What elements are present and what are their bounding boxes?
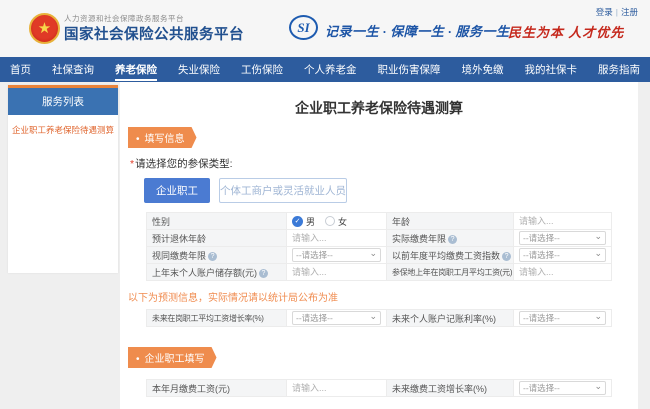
- age-label: 年龄: [392, 217, 410, 227]
- page-title: 企业职工养老保险待遇测算: [120, 98, 638, 118]
- future-wage-growth-select[interactable]: --请选择--: [292, 311, 381, 325]
- gender-label: 性别: [152, 217, 170, 227]
- gender-radio-female[interactable]: 女: [325, 215, 347, 228]
- body-area: 服务列表 企业职工养老保险待遇测算 企业职工养老保险待遇测算 填写信息 *请选择…: [0, 82, 650, 409]
- nav-item-service-guide[interactable]: 服务指南: [598, 57, 640, 82]
- insured-type-tabs: 企业职工 个体工商户或灵活就业人员: [144, 178, 638, 203]
- section-badge-fill-info: 填写信息: [128, 127, 197, 148]
- page: ★ 人力资源和社会保障政务服务平台 国家社会保险公共服务平台 SI 记录一生 ·…: [0, 0, 650, 409]
- help-icon[interactable]: [448, 235, 457, 244]
- help-icon[interactable]: [502, 252, 511, 261]
- nav-item-personal-pension[interactable]: 个人养老金: [304, 57, 357, 82]
- table-row: 本年月缴费工资(元) 未来缴费工资增长率(%) --请选择--: [147, 380, 612, 397]
- future-interest-rate-label: 未来个人账户记账利率(%): [392, 314, 496, 324]
- sidebar: 服务列表 企业职工养老保险待遇测算: [8, 85, 118, 273]
- site-title: 国家社会保险公共服务平台: [64, 23, 244, 44]
- radio-checked-icon: [292, 216, 303, 227]
- slogan-red: 民生为本 人才优先: [508, 22, 624, 41]
- current-month-wage-label: 本年月缴费工资(元): [152, 384, 230, 394]
- age-input[interactable]: [519, 216, 602, 226]
- enterprise-table: 本年月缴费工资(元) 未来缴费工资增长率(%) --请选择--: [146, 379, 612, 397]
- table-row: 未来在岗职工平均工资增长率(%) --请选择-- 未来个人账户记账利率(%) -…: [147, 310, 612, 327]
- auth-separator: |: [616, 7, 618, 17]
- wage-index-label: 以前年度平均缴费工资指数: [392, 251, 500, 261]
- current-month-wage-input[interactable]: [292, 383, 377, 393]
- basic-info-table: 性别 男 女 年龄: [146, 212, 612, 281]
- nav-item-work-injury-insurance[interactable]: 工伤保险: [241, 57, 283, 82]
- sidebar-title: 服务列表: [8, 88, 118, 115]
- actual-years-select[interactable]: --请选择--: [519, 231, 606, 245]
- gender-radio-group: 男 女: [292, 215, 381, 228]
- table-row: 性别 男 女 年龄: [147, 213, 612, 230]
- local-avg-wage-label: 参保地上年在岗职工月平均工资(元): [392, 268, 512, 277]
- register-link[interactable]: 注册: [621, 7, 638, 17]
- future-interest-rate-select[interactable]: --请选择--: [519, 311, 606, 325]
- account-balance-input[interactable]: [292, 267, 377, 277]
- tab-flexible-employment[interactable]: 个体工商户或灵活就业人员: [219, 178, 347, 203]
- table-row: 视同缴费年限 --请选择-- 以前年度平均缴费工资指数 --请选择--: [147, 247, 612, 264]
- slogan-blue: 记录一生 · 保障一生 · 服务一生: [325, 21, 510, 40]
- nav-item-occupational-injury[interactable]: 职业伤害保障: [378, 57, 441, 82]
- nav-item-pension-insurance[interactable]: 养老保险: [115, 57, 157, 82]
- actual-years-label: 实际缴费年限: [392, 234, 446, 244]
- forecast-note: 以下为预测信息，实际情况请以统计局公布为准: [128, 289, 638, 304]
- gender-radio-male[interactable]: 男: [292, 215, 315, 228]
- deemed-years-label: 视同缴费年限: [152, 251, 206, 261]
- national-emblem-icon: ★: [29, 13, 60, 44]
- radio-unchecked-icon: [325, 216, 335, 226]
- table-row: 上年末个人账户储存额(元) 参保地上年在岗职工月平均工资(元): [147, 264, 612, 281]
- si-logo-icon: SI: [289, 15, 318, 40]
- nav-item-unemployment-insurance[interactable]: 失业保险: [178, 57, 220, 82]
- help-icon[interactable]: [208, 252, 217, 261]
- table-row: 预计退休年龄 实际缴费年限 --请选择--: [147, 230, 612, 247]
- future-pay-growth-label: 未来缴费工资增长率(%): [392, 384, 487, 394]
- nav-item-social-insurance-query[interactable]: 社保查询: [52, 57, 94, 82]
- retire-age-input[interactable]: [292, 233, 377, 243]
- required-mark: *: [130, 158, 134, 170]
- help-icon[interactable]: [259, 269, 268, 278]
- retire-age-label: 预计退休年龄: [152, 234, 206, 244]
- future-wage-growth-label: 未来在岗职工平均工资增长率(%): [152, 314, 264, 323]
- tab-enterprise-employee[interactable]: 企业职工: [144, 178, 210, 203]
- account-balance-label: 上年末个人账户储存额(元): [152, 268, 257, 278]
- nav-item-my-social-card[interactable]: 我的社保卡: [525, 57, 578, 82]
- insured-type-label: *请选择您的参保类型:: [130, 156, 638, 171]
- top-header: ★ 人力资源和社会保障政务服务平台 国家社会保险公共服务平台 SI 记录一生 ·…: [0, 0, 650, 57]
- forecast-table: 未来在岗职工平均工资增长率(%) --请选择-- 未来个人账户记账利率(%) -…: [146, 309, 612, 327]
- wage-index-select[interactable]: --请选择--: [519, 248, 606, 262]
- auth-links: 登录|注册: [596, 6, 638, 18]
- deemed-years-select[interactable]: --请选择--: [292, 248, 381, 262]
- section-badge-enterprise-fill: 企业职工填写: [128, 347, 217, 368]
- sidebar-item-pension-calculator[interactable]: 企业职工养老保险待遇测算: [8, 115, 118, 145]
- main-panel: 企业职工养老保险待遇测算 填写信息 *请选择您的参保类型: 企业职工 个体工商户…: [120, 82, 638, 409]
- future-pay-growth-select[interactable]: --请选择--: [519, 381, 606, 395]
- login-link[interactable]: 登录: [596, 7, 613, 17]
- main-nav: 首页 社保查询 养老保险 失业保险 工伤保险 个人养老金 职业伤害保障 境外免缴…: [0, 57, 650, 82]
- nav-item-overseas-exemption[interactable]: 境外免缴: [462, 57, 504, 82]
- nav-item-home[interactable]: 首页: [10, 57, 31, 82]
- local-avg-wage-input[interactable]: [519, 267, 602, 277]
